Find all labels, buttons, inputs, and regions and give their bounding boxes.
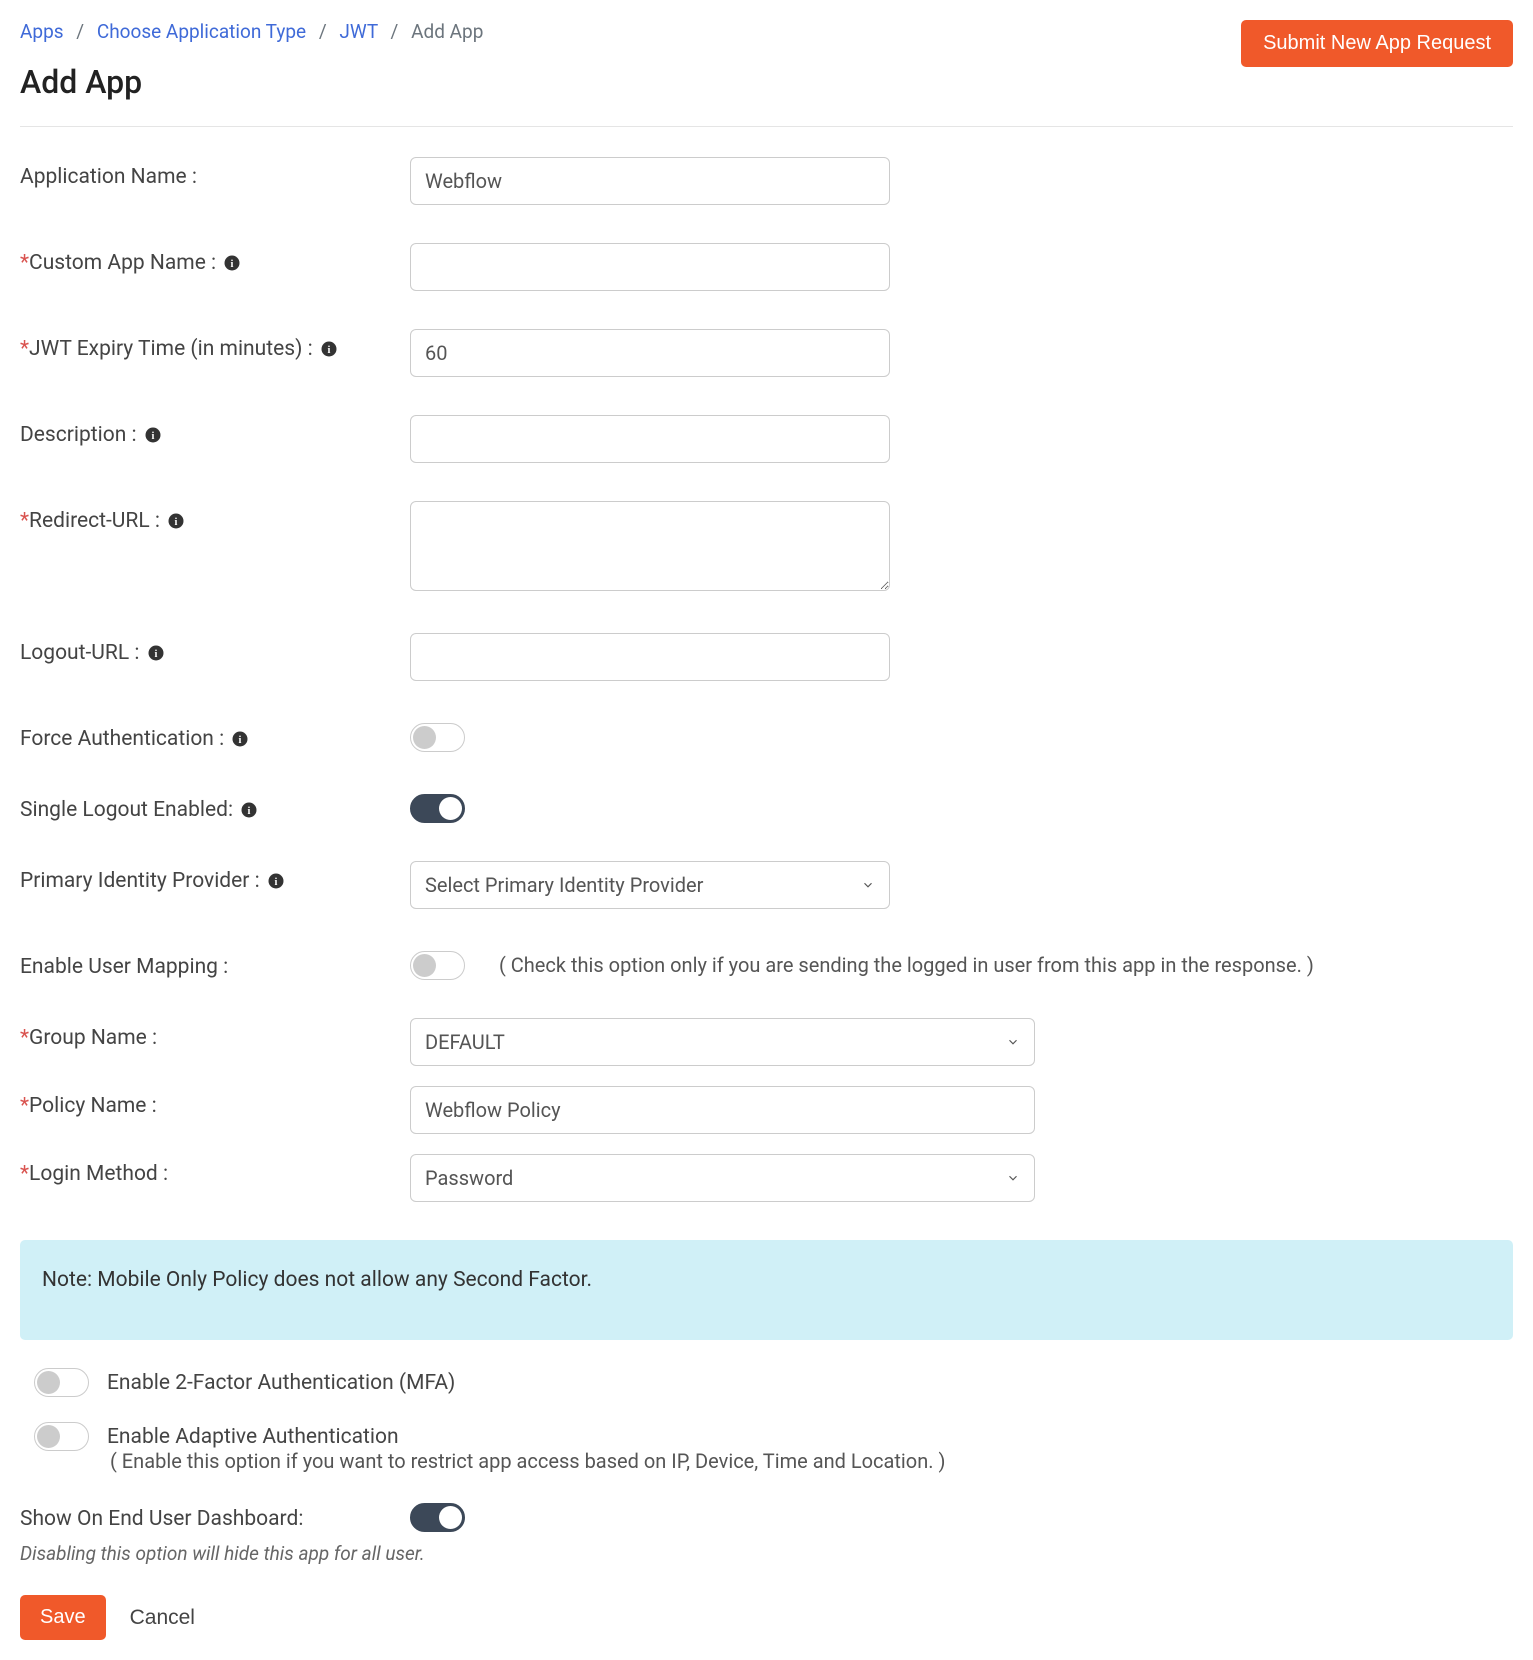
svg-text:i: i	[151, 431, 154, 442]
primary-idp-select[interactable]: Select Primary Identity Provider	[410, 861, 890, 909]
info-icon[interactable]: i	[167, 512, 185, 530]
breadcrumb-jwt[interactable]: JWT	[339, 20, 377, 43]
single-logout-label: Single Logout Enabled:	[20, 798, 233, 822]
info-icon[interactable]: i	[240, 801, 258, 819]
breadcrumb-choose[interactable]: Choose Application Type	[97, 20, 306, 43]
redirect-url-label: Redirect-URL :	[29, 509, 160, 533]
svg-text:i: i	[175, 517, 178, 528]
required-marker: *	[20, 337, 29, 361]
svg-text:i: i	[231, 259, 234, 270]
logout-url-label: Logout-URL :	[20, 641, 139, 665]
app-name-label: Application Name :	[20, 157, 410, 189]
info-icon[interactable]: i	[231, 730, 249, 748]
svg-text:i: i	[154, 649, 157, 660]
app-name-input[interactable]	[410, 157, 890, 205]
mfa-label: Enable 2-Factor Authentication (MFA)	[107, 1371, 455, 1395]
submit-new-app-button[interactable]: Submit New App Request	[1241, 20, 1513, 67]
divider	[20, 126, 1513, 127]
required-marker: *	[20, 1026, 29, 1050]
adaptive-auth-label: Enable Adaptive Authentication	[107, 1425, 399, 1449]
required-marker: *	[20, 509, 29, 533]
dashboard-label: Show On End User Dashboard:	[20, 1507, 303, 1531]
breadcrumb-sep: /	[76, 20, 84, 43]
info-icon[interactable]: i	[320, 340, 338, 358]
info-icon[interactable]: i	[144, 426, 162, 444]
description-input[interactable]	[410, 415, 890, 463]
svg-text:i: i	[239, 735, 242, 746]
enable-user-mapping-label: Enable User Mapping :	[20, 955, 228, 979]
breadcrumb-sep: /	[391, 20, 399, 43]
force-auth-toggle[interactable]	[410, 723, 465, 752]
policy-name-label: Policy Name :	[29, 1094, 157, 1118]
group-name-select[interactable]: DEFAULT	[410, 1018, 1035, 1066]
policy-name-input[interactable]	[410, 1086, 1035, 1134]
description-label: Description :	[20, 423, 137, 447]
group-name-label: Group Name :	[29, 1026, 157, 1050]
required-marker: *	[20, 251, 29, 275]
note-box: Note: Mobile Only Policy does not allow …	[20, 1240, 1513, 1340]
dashboard-hint: Disabling this option will hide this app…	[20, 1542, 1513, 1565]
info-icon[interactable]: i	[147, 644, 165, 662]
breadcrumb-apps[interactable]: Apps	[20, 20, 64, 43]
adaptive-auth-hint: ( Enable this option if you want to rest…	[110, 1449, 1513, 1473]
jwt-expiry-label: JWT Expiry Time (in minutes) :	[29, 337, 313, 361]
enable-user-mapping-hint: ( Check this option only if you are send…	[499, 947, 1314, 977]
svg-text:i: i	[327, 345, 330, 356]
custom-app-name-input[interactable]	[410, 243, 890, 291]
jwt-expiry-input[interactable]	[410, 329, 890, 377]
breadcrumb-current: Add App	[411, 20, 483, 43]
required-marker: *	[20, 1094, 29, 1118]
cancel-button[interactable]: Cancel	[130, 1606, 195, 1630]
breadcrumb-sep: /	[319, 20, 327, 43]
info-icon[interactable]: i	[267, 872, 285, 890]
svg-text:i: i	[248, 806, 251, 817]
breadcrumb: Apps / Choose Application Type / JWT / A…	[20, 20, 483, 43]
save-button[interactable]: Save	[20, 1595, 106, 1640]
mfa-toggle[interactable]	[34, 1368, 89, 1397]
login-method-label: Login Method :	[29, 1162, 168, 1186]
redirect-url-input[interactable]	[410, 501, 890, 591]
svg-text:i: i	[274, 877, 277, 888]
custom-app-name-label: Custom App Name :	[29, 251, 216, 275]
primary-idp-label: Primary Identity Provider :	[20, 869, 260, 893]
force-auth-label: Force Authentication :	[20, 727, 224, 751]
enable-user-mapping-toggle[interactable]	[410, 951, 465, 980]
dashboard-toggle[interactable]	[410, 1503, 465, 1532]
page-title: Add App	[20, 63, 483, 101]
adaptive-auth-toggle[interactable]	[34, 1422, 89, 1451]
required-marker: *	[20, 1162, 29, 1186]
login-method-select[interactable]: Password	[410, 1154, 1035, 1202]
logout-url-input[interactable]	[410, 633, 890, 681]
info-icon[interactable]: i	[223, 254, 241, 272]
single-logout-toggle[interactable]	[410, 794, 465, 823]
